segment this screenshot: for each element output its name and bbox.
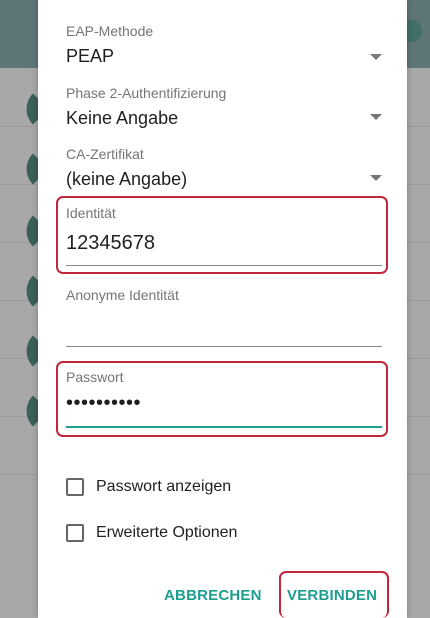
identity-underline [66,265,382,266]
identity-field: Identität 12345678 [66,204,382,268]
chevron-down-icon [370,175,382,181]
password-input[interactable]: •••••••••• [66,390,141,416]
connect-button[interactable]: VERBINDEN [287,576,377,616]
anonymous-identity-input[interactable] [66,312,382,338]
identity-input[interactable]: 12345678 [66,230,155,256]
anonymous-identity-underline [66,346,382,347]
eap-method-label: EAP-Methode [66,23,154,39]
dialog-actions: ABBRECHEN VERBINDEN [38,576,407,616]
show-password-label: Passwort anzeigen [96,478,232,495]
anonymous-identity-label: Anonyme Identität [66,287,179,303]
phase2-auth-value: Keine Angabe [66,108,179,128]
advanced-options-row[interactable]: Erweiterte Optionen [66,522,237,544]
password-label: Passwort [66,369,124,385]
advanced-options-label: Erweiterte Optionen [96,524,238,541]
advanced-options-checkbox[interactable] [66,524,84,542]
eap-method-value: PEAP [66,46,115,66]
phase2-auth-dropdown[interactable]: Phase 2-Authentifizierung Keine Angabe [66,84,382,132]
password-field: Passwort •••••••••• [66,368,382,432]
anonymous-identity-field: Anonyme Identität [66,286,382,348]
show-password-row[interactable]: Passwort anzeigen [66,476,231,498]
show-password-checkbox[interactable] [66,478,84,496]
eap-method-dropdown[interactable]: EAP-Methode PEAP [66,22,382,70]
ca-certificate-value: (keine Angabe) [66,169,188,189]
ca-certificate-label: CA-Zertifikat [66,146,144,162]
cancel-button[interactable]: ABBRECHEN [164,576,262,616]
chevron-down-icon [370,54,382,60]
wifi-config-dialog: EAP-Methode PEAP Phase 2-Authentifizieru… [38,0,407,618]
chevron-down-icon [370,114,382,120]
ca-certificate-dropdown[interactable]: CA-Zertifikat (keine Angabe) [66,145,382,193]
password-underline [66,426,382,428]
identity-label: Identität [66,205,116,221]
phase2-auth-label: Phase 2-Authentifizierung [66,85,227,101]
